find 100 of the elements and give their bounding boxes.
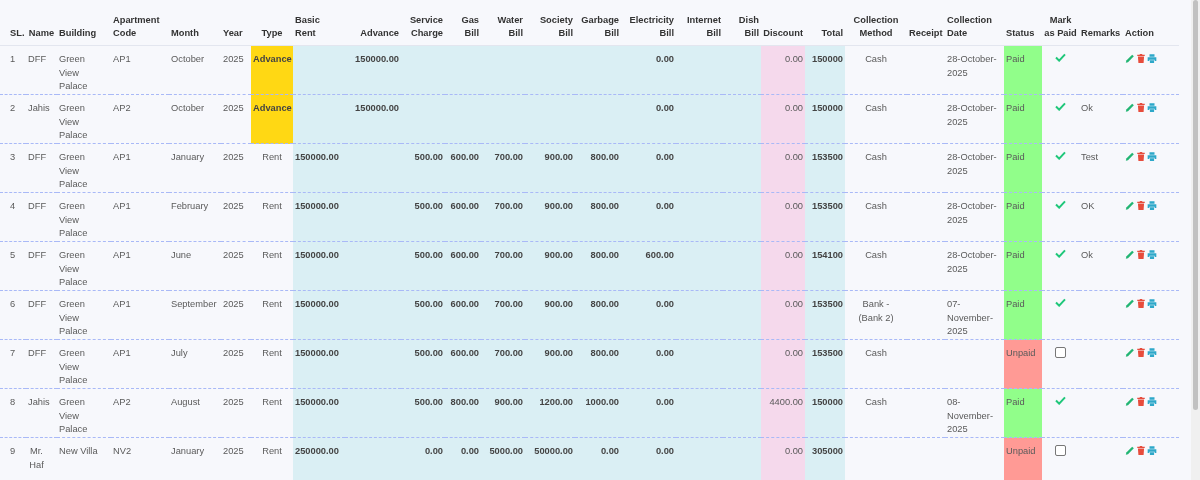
table-cell: Green View Palace [57, 192, 111, 242]
pencil-icon[interactable] [1125, 102, 1135, 113]
table-cell: January [169, 437, 221, 480]
status-cell: Unpaid [1004, 339, 1042, 389]
column-header: Discount [761, 0, 805, 46]
column-header: Dish Bill [723, 0, 761, 46]
column-header: Water Bill [481, 0, 525, 46]
printer-icon[interactable] [1147, 396, 1157, 407]
status-cell: Paid [1004, 94, 1042, 144]
table-cell: 0.00 [761, 192, 805, 242]
status-cell: Paid [1004, 388, 1042, 438]
table-cell: 2025 [221, 241, 251, 291]
table-cell: 0.00 [621, 388, 676, 438]
table-cell: 150000.00 [293, 388, 345, 438]
check-icon[interactable] [1055, 298, 1066, 307]
table-cell: Green View Palace [57, 241, 111, 291]
table-cell: DFF [26, 143, 57, 193]
check-icon[interactable] [1055, 53, 1066, 62]
check-icon[interactable] [1055, 151, 1066, 160]
check-icon[interactable] [1055, 249, 1066, 258]
trash-icon[interactable] [1136, 298, 1146, 309]
table-cell: Ok [1079, 94, 1123, 144]
trash-icon[interactable] [1136, 347, 1146, 358]
table-cell: 800.00 [575, 241, 621, 291]
table-cell: Cash [845, 94, 907, 144]
table-cell: 2025 [221, 143, 251, 193]
checkbox[interactable] [1055, 445, 1066, 456]
column-header: Collection Date [945, 0, 1004, 46]
printer-icon[interactable] [1147, 102, 1157, 113]
table-cell: DFF [26, 45, 57, 95]
table-cell: AP2 [111, 94, 169, 144]
table-cell: February [169, 192, 221, 242]
column-header: Year [221, 0, 251, 46]
printer-icon[interactable] [1147, 151, 1157, 162]
table-cell: OK [1079, 192, 1123, 242]
table-cell: 600.00 [445, 143, 481, 193]
checkbox[interactable] [1055, 347, 1066, 358]
column-header: Advance [345, 0, 401, 46]
table-cell: 600.00 [445, 192, 481, 242]
printer-icon[interactable] [1147, 249, 1157, 260]
trash-icon[interactable] [1136, 200, 1146, 211]
column-header: SL. [0, 0, 26, 46]
table-cell: 5 [0, 241, 26, 291]
table-cell: 2025 [221, 290, 251, 340]
table-cell: 153500 [805, 290, 845, 340]
table-cell: 150000.00 [293, 192, 345, 242]
pencil-icon[interactable] [1125, 151, 1135, 162]
table-cell: 9 [0, 437, 26, 480]
printer-icon[interactable] [1147, 445, 1157, 456]
check-icon[interactable] [1055, 200, 1066, 209]
column-header: Remarks [1079, 0, 1123, 46]
pencil-icon[interactable] [1125, 200, 1135, 211]
pencil-icon[interactable] [1125, 347, 1135, 358]
trash-icon[interactable] [1136, 249, 1146, 260]
column-header: Total [805, 0, 845, 46]
check-icon[interactable] [1055, 102, 1066, 111]
table-cell: 150000 [805, 94, 845, 144]
printer-icon[interactable] [1147, 347, 1157, 358]
table-cell: Advance [251, 45, 293, 95]
column-header: Electricity Bill [621, 0, 676, 46]
table-cell: AP1 [111, 339, 169, 389]
status-cell: Paid [1004, 45, 1042, 95]
status-cell: Paid [1004, 241, 1042, 291]
table-cell: AP1 [111, 241, 169, 291]
table-cell: 800.00 [575, 192, 621, 242]
trash-icon[interactable] [1136, 102, 1146, 113]
trash-icon[interactable] [1136, 445, 1146, 456]
pencil-icon[interactable] [1125, 445, 1135, 456]
table-cell: 150000 [805, 388, 845, 438]
table-cell: NV2 [111, 437, 169, 480]
column-header: Apartment Code [111, 0, 169, 46]
trash-icon[interactable] [1136, 396, 1146, 407]
printer-icon[interactable] [1147, 53, 1157, 64]
pencil-icon[interactable] [1125, 249, 1135, 260]
table-cell: 900.00 [525, 241, 575, 291]
table-cell: 250000.00 [293, 437, 345, 480]
trash-icon[interactable] [1136, 151, 1146, 162]
column-header: Internet Bill [676, 0, 723, 46]
table-cell: 1 [0, 45, 26, 95]
pencil-icon[interactable] [1125, 396, 1135, 407]
table-cell: 7 [0, 339, 26, 389]
table-cell: DFF [26, 290, 57, 340]
check-icon[interactable] [1055, 396, 1066, 405]
table-cell: 500.00 [401, 339, 445, 389]
scrollbar-thumb[interactable] [1193, 0, 1198, 410]
table-cell: 0.00 [621, 437, 676, 480]
table-cell: 700.00 [481, 143, 525, 193]
table-cell: New Villa [57, 437, 111, 480]
table-cell: 900.00 [525, 290, 575, 340]
table-cell: 0.00 [761, 94, 805, 144]
table-cell: 0.00 [575, 437, 621, 480]
trash-icon[interactable] [1136, 53, 1146, 64]
table-cell: 2025 [221, 192, 251, 242]
printer-icon[interactable] [1147, 298, 1157, 309]
table-cell: AP1 [111, 192, 169, 242]
pencil-icon[interactable] [1125, 53, 1135, 64]
table-cell: 500.00 [401, 192, 445, 242]
printer-icon[interactable] [1147, 200, 1157, 211]
pencil-icon[interactable] [1125, 298, 1135, 309]
table-cell: 700.00 [481, 241, 525, 291]
